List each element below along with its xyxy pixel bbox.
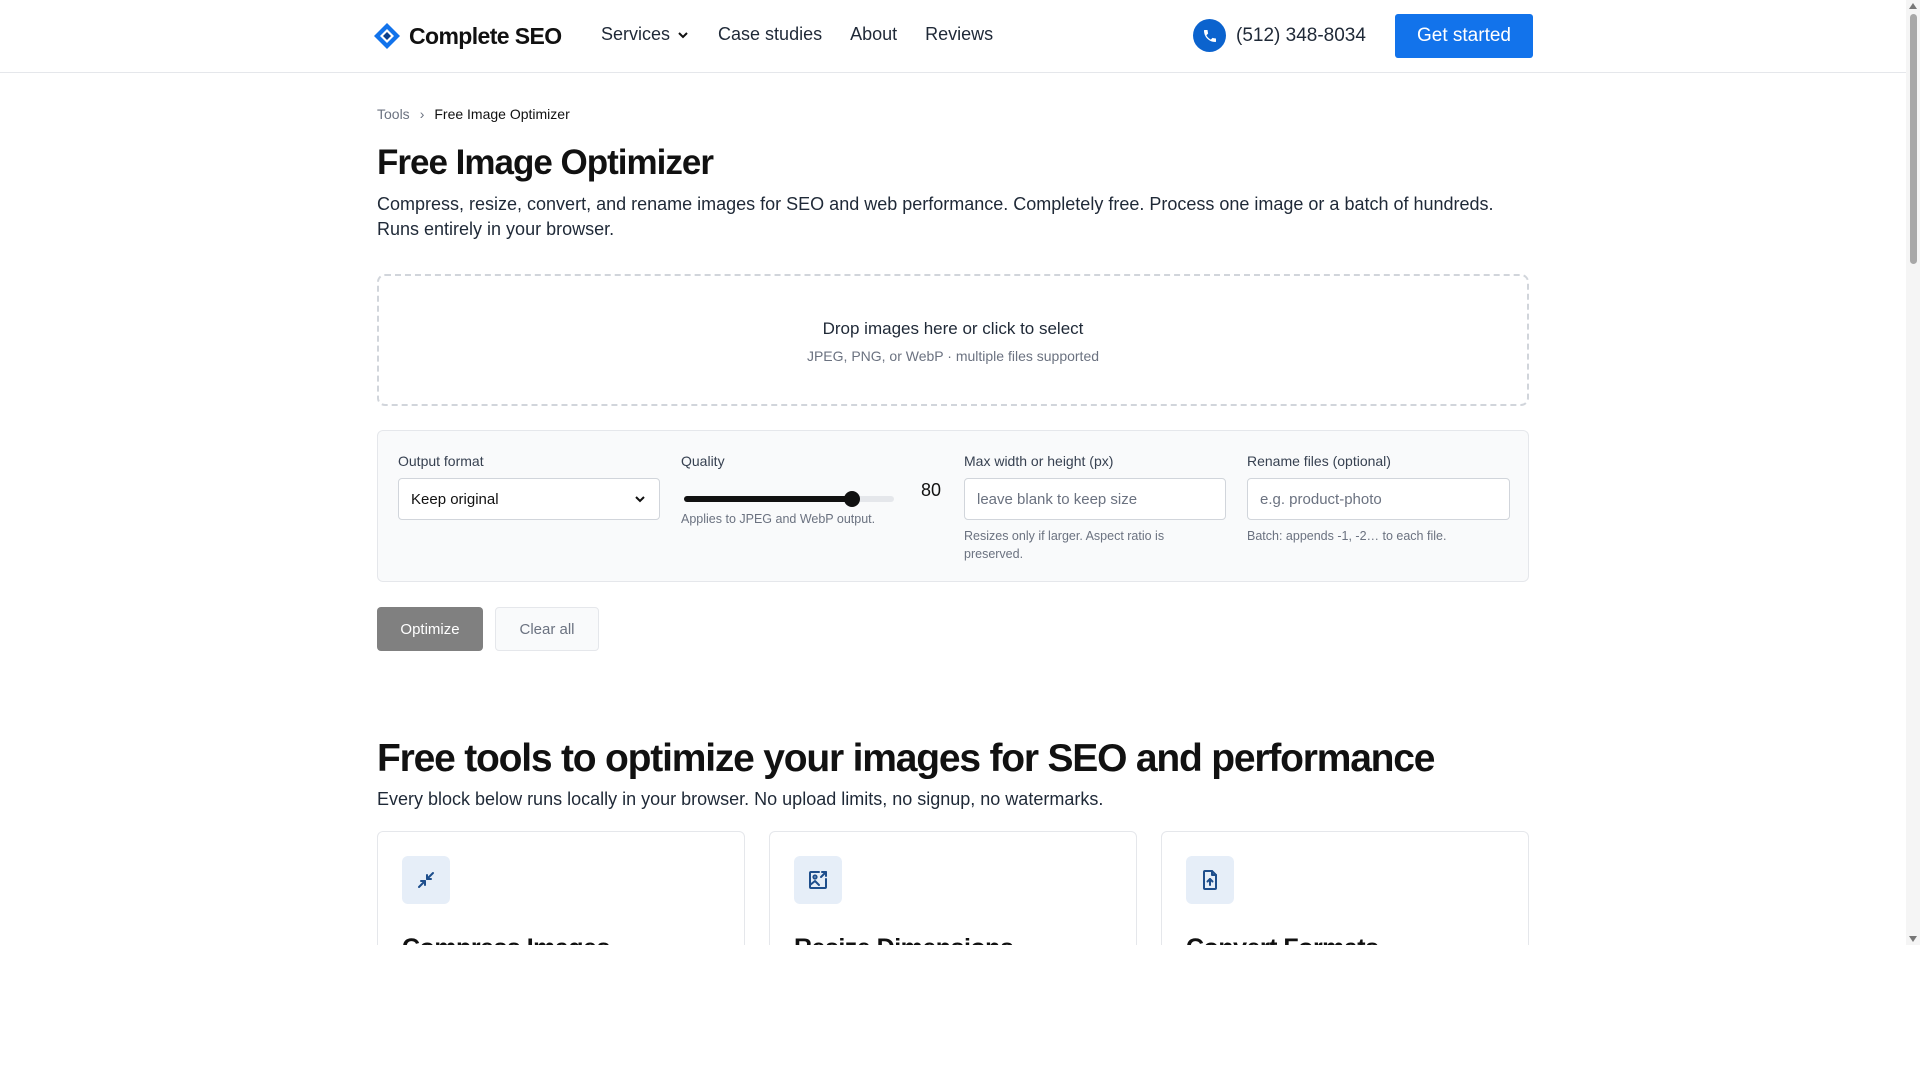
chevron-down-icon	[635, 496, 645, 503]
quality-slider-thumb[interactable]	[844, 491, 860, 507]
max-dimension-input[interactable]	[964, 478, 1226, 520]
rename-hint: Batch: appends -1, -2… to each file.	[1247, 529, 1447, 543]
image-dropzone[interactable]: Drop images here or click to select JPEG…	[377, 274, 1529, 406]
breadcrumb-separator: ›	[419, 106, 425, 122]
rename-input[interactable]	[1247, 478, 1510, 520]
max-dimension-hint-line-1: Resizes only if larger. Aspect ratio is	[964, 529, 1165, 543]
tool-card-convert[interactable]: Convert Formats	[1161, 831, 1529, 945]
tools-section-subtitle: Every block below runs locally in your b…	[377, 789, 1104, 809]
quality-label: Quality	[681, 453, 725, 469]
quality-slider[interactable]	[684, 489, 894, 509]
quality-value: 80	[921, 480, 942, 500]
dropzone-subtitle: JPEG, PNG, or WebP · multiple files supp…	[806, 348, 1100, 364]
max-dimension-label: Max width or height (px)	[964, 453, 1114, 469]
breadcrumb-current: Free Image Optimizer	[434, 106, 570, 122]
max-dimension-hint: Resizes only if larger. Aspect ratio is …	[964, 527, 1204, 563]
output-format-value: Keep original	[411, 490, 499, 508]
scroll-down-arrow-icon[interactable]	[1909, 936, 1917, 942]
page-description: Compress, resize, convert, and rename im…	[377, 192, 1507, 242]
dropzone-title: Drop images here or click to select	[822, 319, 1084, 338]
image-resize-icon	[794, 856, 842, 904]
tool-card-title: Compress Images	[402, 934, 610, 945]
scrollbar-thumb[interactable]	[1910, 14, 1917, 264]
output-format-label: Output format	[398, 453, 484, 469]
page-description-line-2: Runs entirely in your browser.	[377, 219, 615, 239]
quality-hint: Applies to JPEG and WebP output.	[681, 512, 876, 526]
tools-section-title: Free tools to optimize your images for S…	[377, 737, 1435, 780]
breadcrumb: Tools › Free Image Optimizer	[377, 106, 570, 122]
page-title: Free Image Optimizer	[377, 143, 714, 182]
tool-card-title: Convert Formats	[1186, 934, 1379, 945]
main-content: Tools › Free Image Optimizer Free Image …	[377, 0, 1529, 945]
tool-card-title: Resize Dimensions	[794, 934, 1014, 945]
clear-all-button[interactable]: Clear all	[495, 607, 599, 651]
options-panel: Output format Keep original Quality 80 A…	[377, 430, 1529, 582]
output-format-select[interactable]: Keep original	[398, 478, 660, 520]
breadcrumb-tools[interactable]: Tools	[377, 106, 410, 122]
quality-slider-fill	[684, 496, 852, 502]
rename-label: Rename files (optional)	[1247, 453, 1391, 469]
compress-icon	[402, 856, 450, 904]
scroll-up-arrow-icon[interactable]	[1909, 3, 1917, 9]
page-scrollbar[interactable]	[1906, 0, 1920, 945]
tool-card-resize[interactable]: Resize Dimensions	[769, 831, 1137, 945]
page-description-line-1: Compress, resize, convert, and rename im…	[377, 194, 1494, 214]
tool-card-compress[interactable]: Compress Images	[377, 831, 745, 945]
max-dimension-hint-line-2: preserved.	[964, 547, 1024, 561]
optimize-button[interactable]: Optimize	[377, 607, 483, 651]
file-convert-icon	[1186, 856, 1234, 904]
